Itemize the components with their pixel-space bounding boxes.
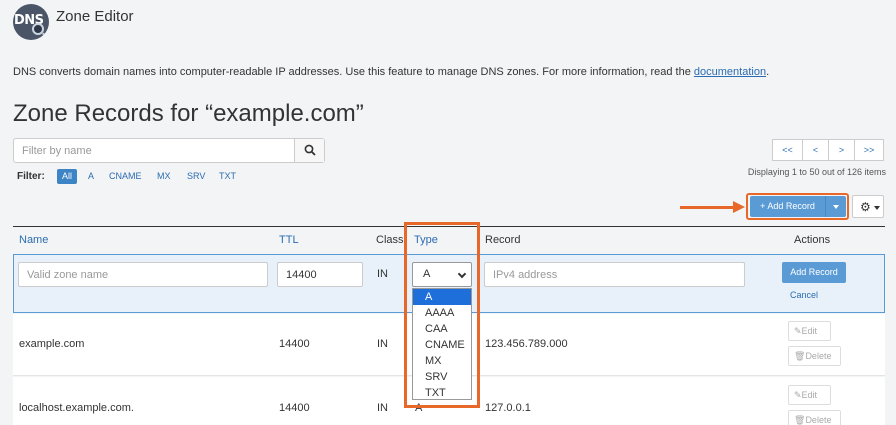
edit-button[interactable]: ✎Edit [788,321,831,341]
filter-mx[interactable]: MX [157,169,171,184]
page-description: DNS converts domain names into computer-… [13,66,770,78]
page-next-button[interactable]: > [829,139,855,161]
arrow-head [733,201,745,213]
arrow-right-icon [680,206,736,209]
row-name: example.com [19,338,85,350]
pencil-icon: ✎ [794,390,802,400]
type-column-highlight [404,222,480,408]
row-name: localhost.example.com. [19,402,134,414]
dns-logo-icon: DNS [13,4,49,40]
search-input[interactable] [14,139,296,162]
delete-button[interactable]: 🗑Delete [788,410,841,425]
trash-icon: 🗑 [794,415,806,425]
add-record-button[interactable]: + Add Record [750,196,825,217]
row-record: 127.0.0.1 [485,402,531,414]
row-cancel-link[interactable]: Cancel [790,290,818,300]
gear-icon: ⚙ [860,200,871,214]
page-last-button[interactable]: >> [855,139,884,161]
filter-all[interactable]: All [57,169,78,184]
page-prev-button[interactable]: < [803,139,829,161]
delete-button[interactable]: 🗑Delete [788,346,841,366]
row-add-record-button[interactable]: Add Record [782,262,846,283]
filter-txt[interactable]: TXT [219,169,236,184]
caret-down-icon [874,206,880,210]
search-icon [304,144,316,156]
column-header-name[interactable]: Name [19,234,48,246]
column-header-class: Class [376,234,404,246]
row-ttl: 14400 [279,338,310,350]
ttl-input[interactable] [277,262,363,287]
column-header-record: Record [485,234,521,246]
page-title: Zone Records for “example.com” [13,100,364,127]
column-header-ttl[interactable]: TTL [279,234,299,246]
row-class: IN [377,338,388,350]
filter-srv[interactable]: SRV [187,169,205,184]
app-title: Zone Editor [56,8,134,25]
pencil-icon: ✎ [794,326,802,336]
filter-cname[interactable]: CNAME [109,169,142,184]
zone-name-input[interactable] [18,262,268,287]
row-ttl: 14400 [279,402,310,414]
row-class: IN [377,402,388,414]
search-button[interactable] [294,139,324,162]
filter-label: Filter: [17,171,45,182]
column-header-actions: Actions [794,234,831,246]
class-value: IN [377,268,388,280]
page-first-button[interactable]: << [772,139,803,161]
pagination-info: Displaying 1 to 50 out of 126 items [747,167,886,177]
documentation-link[interactable]: documentation [694,66,766,78]
row-record: 123.456.789.000 [485,338,568,350]
add-record-dropdown-toggle[interactable] [825,196,846,217]
search-box [13,138,325,163]
trash-icon: 🗑 [794,351,806,361]
filter-a[interactable]: A [88,169,94,184]
settings-button[interactable]: ⚙ [852,195,884,218]
magnifier-icon [32,23,44,35]
record-input[interactable] [484,262,745,287]
edit-button[interactable]: ✎Edit [788,385,831,405]
caret-down-icon [833,205,839,209]
